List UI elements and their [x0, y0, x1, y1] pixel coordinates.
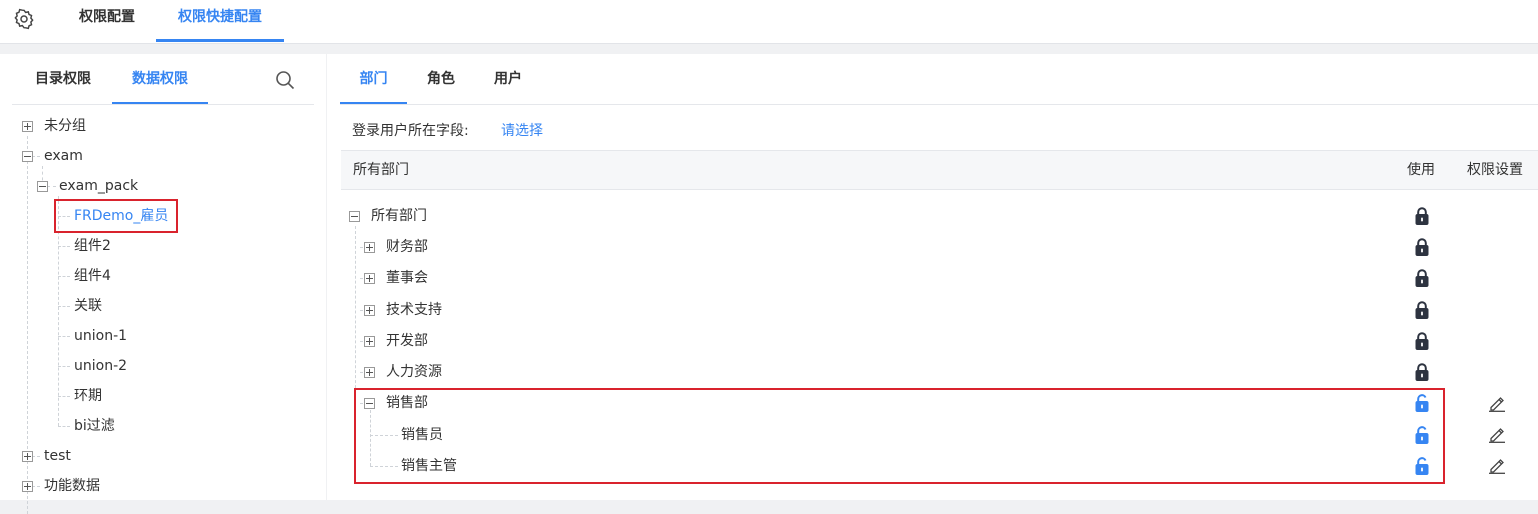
right-tabs-divider: [340, 104, 1538, 105]
lock-closed-icon[interactable]: [1414, 331, 1430, 351]
tree-node-component2[interactable]: 组件2: [74, 231, 111, 261]
tree-node-function-data[interactable]: 功能数据: [44, 471, 100, 501]
expand-icon[interactable]: [22, 451, 33, 462]
collapse-icon[interactable]: [349, 211, 360, 222]
lock-closed-icon[interactable]: [1414, 300, 1430, 320]
dept-node-development[interactable]: 开发部: [386, 326, 428, 356]
tab-permission-config[interactable]: 权限配置: [66, 0, 148, 43]
expand-icon[interactable]: [22, 121, 33, 132]
tree-node-ungrouped[interactable]: 未分组: [44, 111, 86, 141]
column-header-permission: 权限设置: [1467, 162, 1523, 178]
select-field-link[interactable]: 请选择: [501, 120, 543, 140]
pencil-icon[interactable]: [1488, 394, 1506, 412]
tree-node-test[interactable]: test: [44, 441, 71, 471]
expand-icon[interactable]: [364, 336, 375, 347]
dept-node-tech-support[interactable]: 技术支持: [386, 295, 442, 325]
pencil-icon[interactable]: [1488, 456, 1506, 474]
tree-node-exam[interactable]: exam: [44, 141, 83, 171]
expand-icon[interactable]: [364, 242, 375, 253]
tree-node-exam-pack[interactable]: exam_pack: [59, 171, 138, 201]
tree-node-bi-filter[interactable]: bi过滤: [74, 411, 115, 441]
lock-closed-icon[interactable]: [1414, 268, 1430, 288]
tree-node-union1[interactable]: union-1: [74, 321, 127, 351]
expand-icon[interactable]: [364, 273, 375, 284]
gear-icon[interactable]: [13, 8, 35, 30]
search-icon[interactable]: [275, 70, 295, 90]
column-header-department: 所有部门: [353, 162, 409, 178]
column-header-use: 使用: [1407, 162, 1435, 178]
top-bar: 权限配置 权限快捷配置: [0, 0, 1538, 44]
field-label: 登录用户所在字段:: [352, 123, 469, 139]
tab-data-permission[interactable]: 数据权限: [112, 54, 208, 104]
tree-node-component4[interactable]: 组件4: [74, 261, 111, 291]
lock-closed-icon[interactable]: [1414, 237, 1430, 257]
tab-permission-quick-config[interactable]: 权限快捷配置: [156, 0, 284, 43]
dept-node-finance[interactable]: 财务部: [386, 232, 428, 262]
dept-node-hr[interactable]: 人力资源: [386, 357, 442, 387]
selection-highlight: [354, 388, 1445, 484]
left-tabs-divider: [12, 104, 314, 105]
collapse-icon[interactable]: [22, 151, 33, 162]
tree-node-union2[interactable]: union-2: [74, 351, 127, 381]
tree-node-period[interactable]: 环期: [74, 381, 102, 411]
right-panel: 部门 角色 用户 登录用户所在字段: 请选择 所有部门 使用 权限设置 所有部门…: [327, 54, 1538, 500]
tab-role[interactable]: 角色: [414, 54, 468, 104]
expand-icon[interactable]: [22, 481, 33, 492]
collapse-icon[interactable]: [37, 181, 48, 192]
dept-node-all[interactable]: 所有部门: [371, 201, 427, 231]
tab-department[interactable]: 部门: [340, 54, 407, 104]
tree-node-relation[interactable]: 关联: [74, 291, 102, 321]
expand-icon[interactable]: [364, 367, 375, 378]
expand-icon[interactable]: [364, 305, 375, 316]
dept-node-board[interactable]: 董事会: [386, 263, 428, 293]
lock-closed-icon[interactable]: [1414, 362, 1430, 382]
pencil-icon[interactable]: [1488, 425, 1506, 443]
selection-highlight: [54, 199, 178, 233]
left-panel: 目录权限 数据权限 未分组 exam exam_pack FRDemo_雇员 组…: [0, 54, 326, 514]
tab-catalog-permission[interactable]: 目录权限: [26, 54, 100, 104]
tab-user[interactable]: 用户: [481, 54, 535, 104]
table-header: 所有部门 使用 权限设置: [341, 150, 1538, 190]
lock-closed-icon[interactable]: [1414, 206, 1430, 226]
